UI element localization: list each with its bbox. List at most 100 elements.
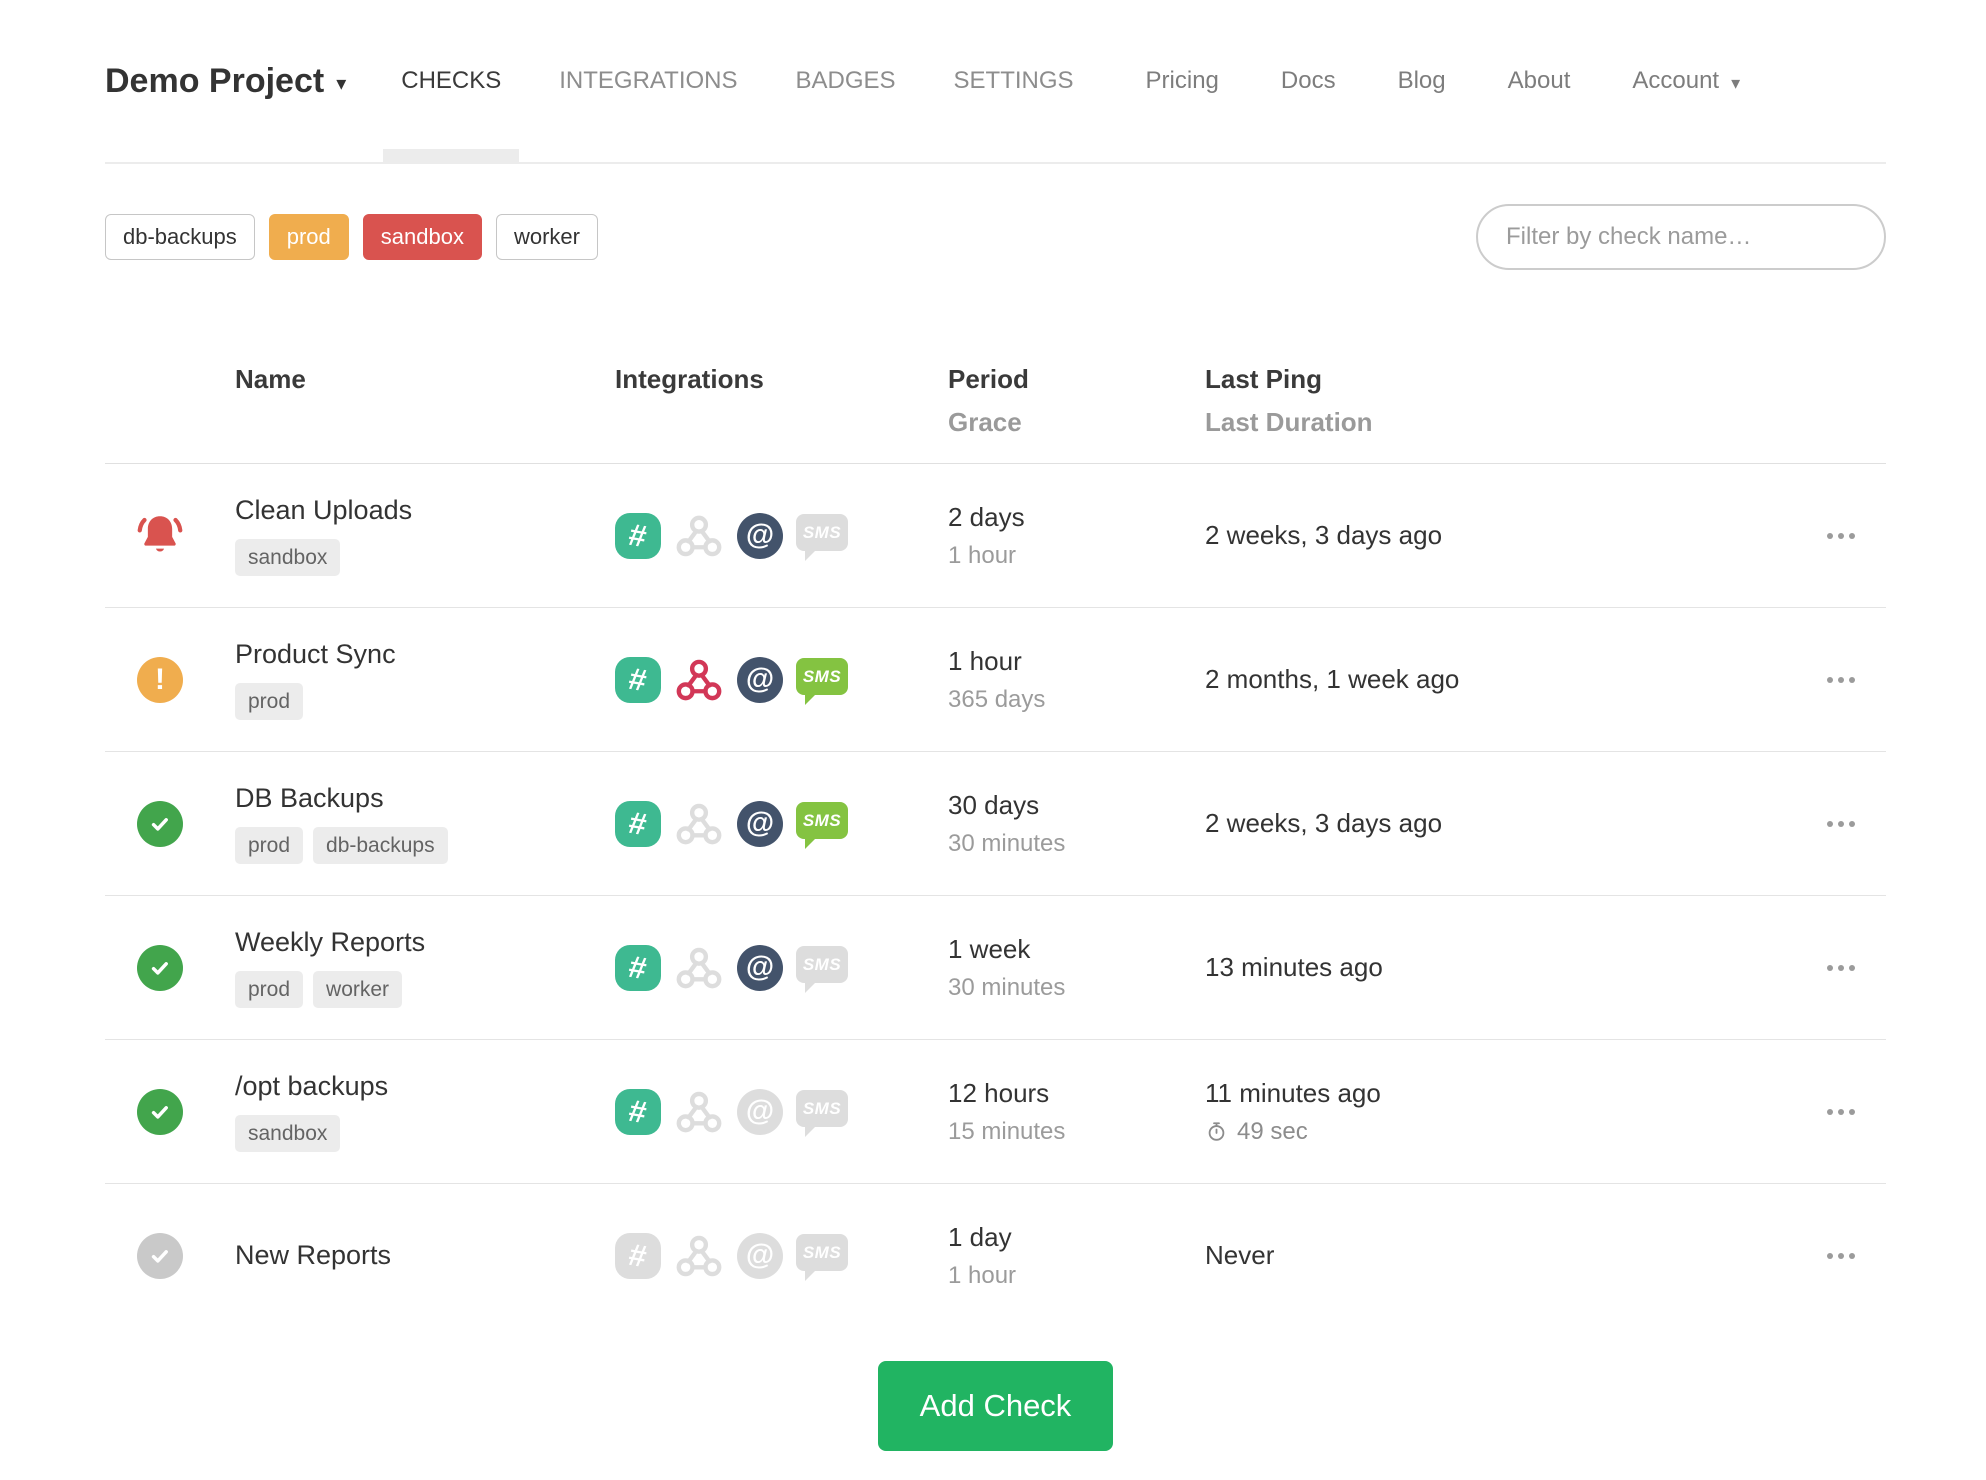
name-cell: Weekly Reports prod worker	[215, 927, 615, 1009]
status-cell: !	[105, 800, 215, 847]
check-name: New Reports	[235, 1240, 392, 1270]
check-row[interactable]: ! Product Sync prod # @ SMS 1 hour 365 d…	[105, 608, 1886, 752]
slack-icon: #	[615, 1088, 661, 1135]
period-value: 12 hours	[948, 1077, 1050, 1108]
link-pricing[interactable]: Pricing	[1146, 67, 1219, 95]
row-menu-button[interactable]	[1817, 1099, 1865, 1125]
row-menu-button[interactable]	[1817, 523, 1865, 549]
check-row[interactable]: ! New Reports # @ SMS 1 day 1 hour Never	[105, 1184, 1886, 1327]
tab-checks[interactable]: CHECKS	[383, 0, 520, 162]
webhook-icon	[676, 515, 722, 556]
tag-filter-db-backups[interactable]: db-backups	[105, 213, 255, 261]
period-value: 2 days	[948, 501, 1025, 532]
check-name-filter-input[interactable]	[1476, 204, 1886, 270]
check-row[interactable]: ! Clean Uploads sandbox # @ SMS	[105, 464, 1886, 608]
integrations-cell: # @ SMS	[615, 1087, 948, 1137]
new-status-icon	[137, 1232, 183, 1279]
slack-icon: #	[615, 800, 661, 847]
check-tag: prod	[235, 970, 304, 1009]
link-about[interactable]: About	[1508, 67, 1571, 95]
chevron-down-icon: ▾	[336, 73, 347, 95]
webhook-icon	[676, 659, 722, 700]
integrations-cell: # @ SMS	[615, 655, 948, 705]
add-check-wrapper: Add Check	[105, 1361, 1886, 1451]
last-duration: 49 sec	[1205, 1118, 1796, 1146]
check-tags: prod	[235, 682, 615, 721]
webhook-icon	[676, 803, 722, 844]
tab-settings[interactable]: SETTINGS	[954, 0, 1074, 162]
account-menu[interactable]: Account ▾	[1632, 67, 1740, 95]
email-icon: @	[737, 1088, 783, 1135]
sms-icon: SMS	[796, 946, 848, 993]
last-ping-value: 2 weeks, 3 days ago	[1205, 808, 1443, 838]
tab-label: SETTINGS	[953, 67, 1074, 94]
check-tag: prod	[235, 826, 304, 865]
last-ping-cell: 2 months, 1 week ago	[1205, 664, 1796, 695]
period-cell: 2 days 1 hour	[948, 502, 1205, 570]
menu-cell	[1796, 1099, 1886, 1125]
check-row[interactable]: ! Weekly Reports prodworker # @ SMS 1 we…	[105, 896, 1886, 1040]
email-icon: @	[737, 512, 783, 559]
period-value: 1 day	[948, 1221, 1012, 1252]
tab-integrations[interactable]: INTEGRATIONS	[559, 0, 737, 162]
last-ping-value: 11 minutes ago	[1205, 1077, 1381, 1108]
tag-filters: db-backups prod sandbox worker	[105, 213, 598, 261]
webhook-icon	[676, 1091, 722, 1132]
top-navigation: Demo Project ▾ CHECKS INTEGRATIONS BADGE…	[105, 0, 1886, 164]
status-cell: !	[105, 944, 215, 991]
status-cell: !	[105, 1088, 215, 1135]
period-value: 30 days	[948, 789, 1040, 820]
row-menu-button[interactable]	[1817, 667, 1865, 693]
grace-value: 365 days	[948, 685, 1046, 713]
check-name: Product Sync	[235, 638, 396, 669]
menu-cell	[1796, 1243, 1886, 1269]
last-ping-cell: 2 weeks, 3 days ago	[1205, 808, 1796, 839]
check-tag: sandbox	[235, 1114, 341, 1153]
tab-label: BADGES	[795, 67, 896, 94]
menu-cell	[1796, 955, 1886, 981]
grace-value: 15 minutes	[948, 1117, 1066, 1145]
name-cell: /opt backups sandbox	[215, 1071, 615, 1153]
link-blog[interactable]: Blog	[1398, 67, 1446, 95]
add-check-button[interactable]: Add Check	[877, 1361, 1114, 1451]
tag-filter-prod[interactable]: prod	[268, 213, 349, 261]
column-header-integrations: Integrations	[615, 364, 764, 394]
integrations-cell: # @ SMS	[615, 1231, 948, 1281]
grace-value: 30 minutes	[948, 829, 1066, 857]
column-header-last-ping: Last Ping	[1205, 364, 1323, 394]
grace-value: 1 hour	[948, 541, 1017, 569]
row-menu-button[interactable]	[1817, 811, 1865, 837]
column-header-name: Name	[235, 364, 306, 394]
site-links: Pricing Docs Blog About Account ▾	[1146, 67, 1741, 95]
account-label: Account	[1632, 67, 1720, 94]
name-cell: Product Sync prod	[215, 638, 615, 721]
email-icon: @	[737, 944, 783, 991]
tab-badges[interactable]: BADGES	[796, 0, 896, 162]
last-duration-value: 49 sec	[1237, 1117, 1308, 1145]
last-ping-cell: 11 minutes ago 49 sec	[1205, 1078, 1796, 1146]
row-menu-button[interactable]	[1817, 955, 1865, 981]
row-menu-button[interactable]	[1817, 1243, 1865, 1269]
check-tags: prod worker	[235, 970, 615, 1009]
tab-label: INTEGRATIONS	[559, 67, 738, 94]
column-header-grace: Grace	[948, 407, 1022, 437]
status-cell: !	[105, 656, 215, 703]
check-row[interactable]: ! DB Backups proddb-backups # @ SMS 30 d…	[105, 752, 1886, 896]
check-row[interactable]: ! /opt backups sandbox # @ SMS 12 hours …	[105, 1040, 1886, 1184]
webhook-icon	[676, 1235, 722, 1276]
period-cell: 12 hours 15 minutes	[948, 1078, 1205, 1146]
checks-table: Name Integrations Period Grace Last Ping…	[105, 366, 1886, 1327]
sms-icon: SMS	[796, 802, 848, 849]
last-ping-value: 2 weeks, 3 days ago	[1205, 520, 1443, 550]
menu-cell	[1796, 523, 1886, 549]
project-switcher[interactable]: Demo Project ▾	[105, 62, 346, 101]
link-docs[interactable]: Docs	[1281, 67, 1336, 95]
sms-icon: SMS	[796, 514, 848, 561]
check-tags: prod db-backups	[235, 826, 615, 865]
tag-filter-sandbox[interactable]: sandbox	[362, 213, 482, 261]
integrations-cell: # @ SMS	[615, 511, 948, 561]
name-cell: DB Backups prod db-backups	[215, 783, 615, 865]
period-cell: 30 days 30 minutes	[948, 790, 1205, 858]
tag-filter-worker[interactable]: worker	[495, 213, 598, 261]
sms-icon: SMS	[796, 1234, 848, 1281]
